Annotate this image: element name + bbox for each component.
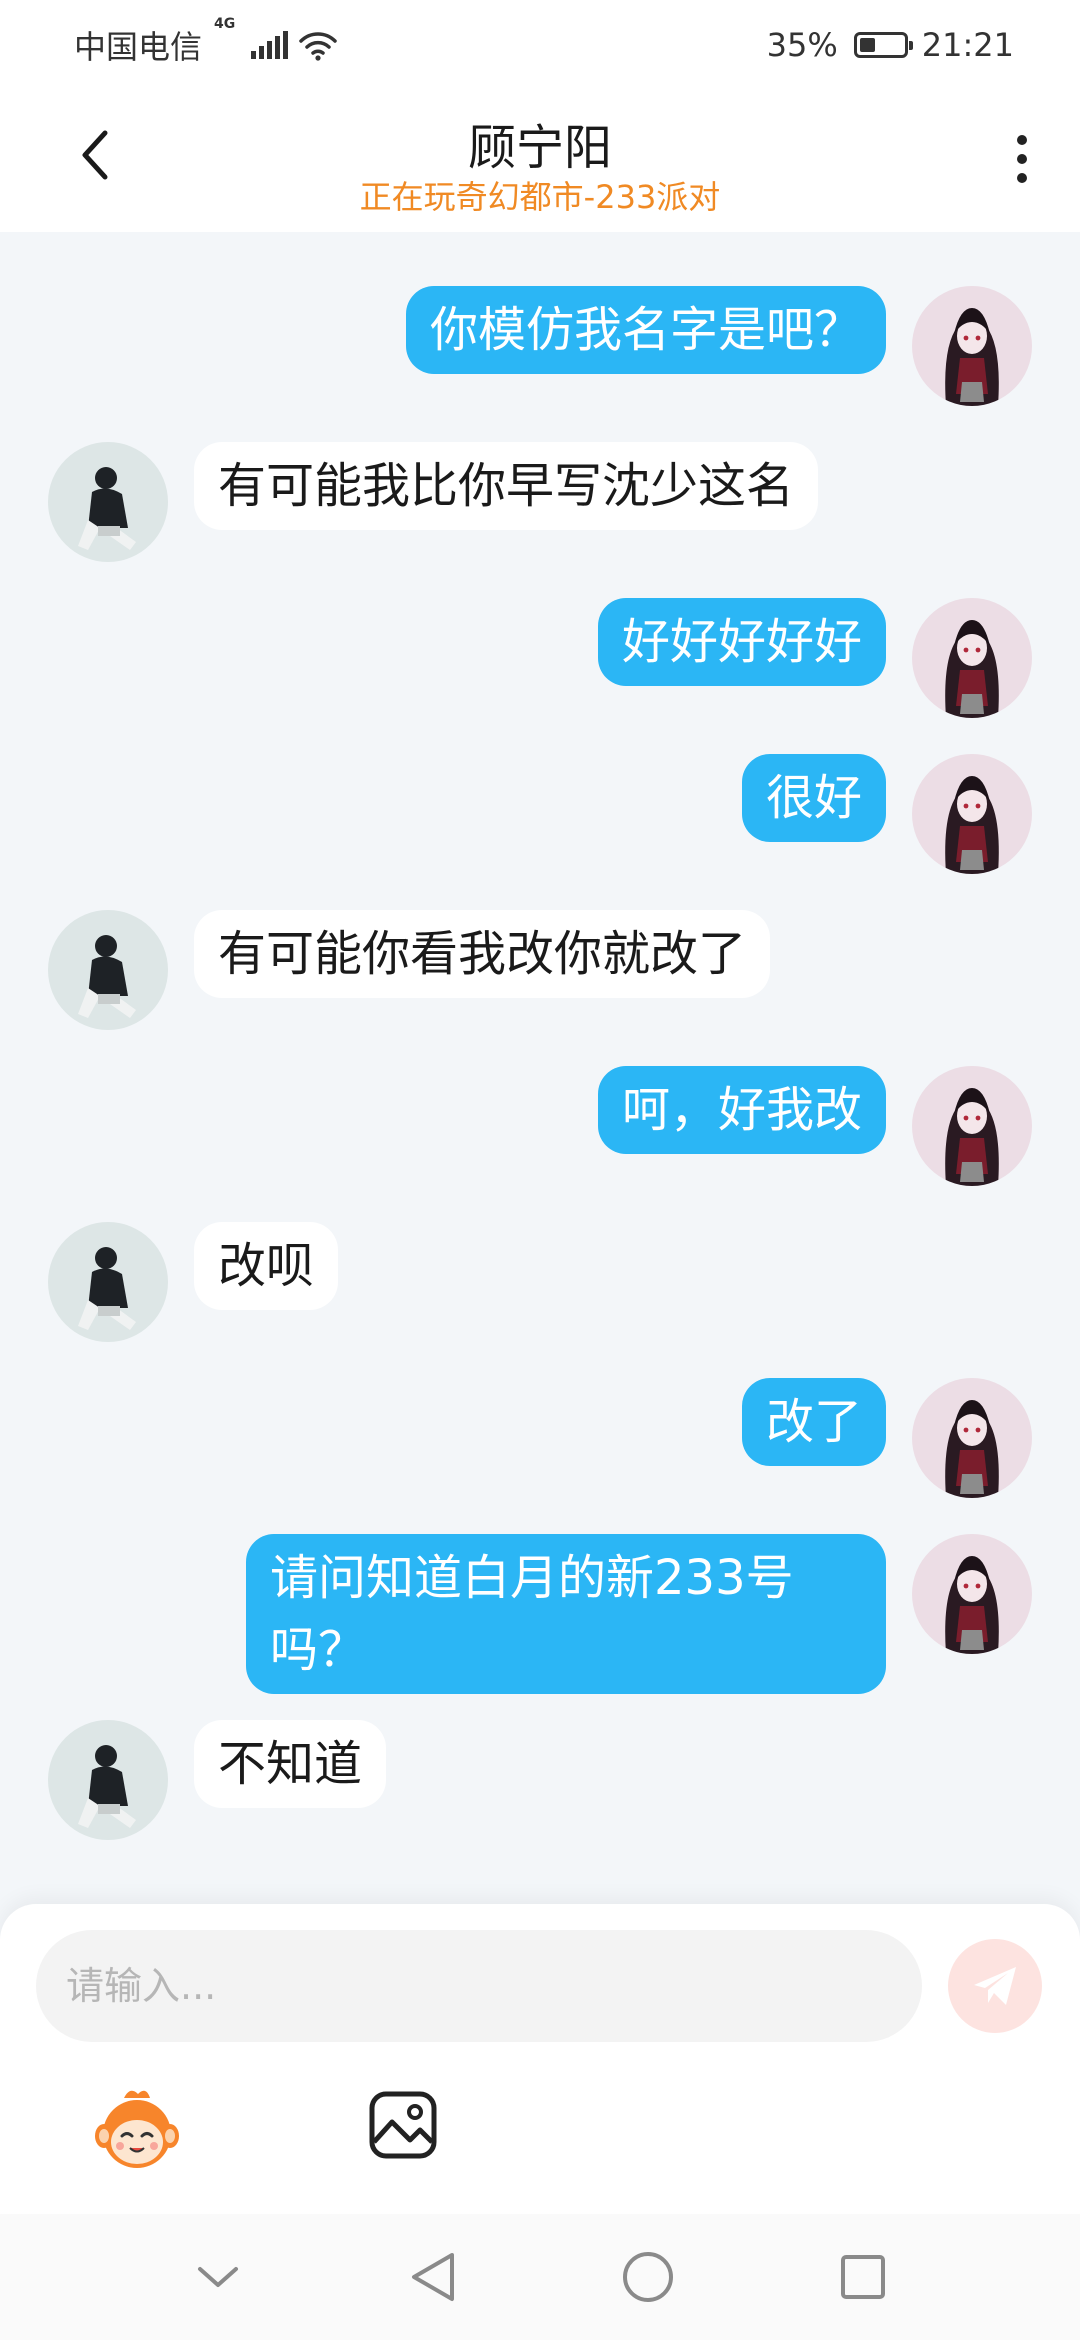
sent-message: 好好好好好 — [0, 598, 1080, 718]
more-options-button[interactable] — [992, 124, 1052, 194]
sent-message: 很好 — [0, 754, 1080, 874]
sent-message: 请问知道白月的新233号吗？ — [0, 1534, 1080, 1694]
message-bubble[interactable]: 你模仿我名字是吧？ — [405, 286, 886, 374]
message-bubble[interactable]: 有可能我比你早写沈少这名 — [194, 442, 819, 530]
status-left: 中国电信 4G — [74, 16, 338, 68]
my-avatar[interactable] — [912, 754, 1032, 874]
paper-plane-icon — [974, 1967, 1016, 2005]
nav-back-button[interactable] — [398, 2242, 468, 2312]
contact-avatar[interactable] — [48, 910, 168, 1030]
carrier-label: 中国电信 — [74, 28, 203, 66]
received-message: 改呗 — [0, 1222, 1080, 1342]
chevron-down-icon — [197, 2267, 238, 2287]
message-bubble[interactable]: 改呗 — [194, 1222, 339, 1310]
network-type-label: 4G — [214, 16, 236, 32]
message-input[interactable] — [36, 1930, 922, 2042]
nav-hide-button[interactable] — [183, 2242, 253, 2312]
contact-avatar[interactable] — [48, 1222, 168, 1342]
battery-fill — [859, 38, 875, 52]
contact-name: 顾宁阳 — [467, 120, 612, 176]
input-panel — [0, 1904, 1080, 2214]
status-bar: 中国电信 4G 35% 21:21 — [0, 0, 1080, 90]
system-nav-bar — [0, 2214, 1080, 2340]
wifi-icon — [299, 32, 337, 61]
send-button[interactable] — [948, 1939, 1042, 2033]
received-message: 不知道 — [0, 1720, 1080, 1840]
message-bubble[interactable]: 很好 — [741, 754, 886, 842]
message-bubble[interactable]: 呵，好我改 — [597, 1066, 886, 1154]
sent-message: 呵，好我改 — [0, 1066, 1080, 1186]
message-bubble[interactable]: 改了 — [741, 1378, 886, 1466]
received-message: 有可能你看我改你就改了 — [0, 910, 1080, 1030]
chat-header: 顾宁阳 正在玩奇幻都市-233派对 — [0, 90, 1080, 232]
contact-avatar[interactable] — [48, 442, 168, 562]
battery-percent: 35% — [766, 26, 838, 64]
received-message: 有可能我比你早写沈少这名 — [0, 442, 1080, 562]
signal-icon — [251, 31, 289, 59]
battery-icon — [853, 32, 913, 58]
my-avatar[interactable] — [912, 1534, 1032, 1654]
contact-status: 正在玩奇幻都市-233派对 — [359, 178, 721, 216]
triangle-back-icon — [411, 2253, 454, 2301]
message-list[interactable]: 21:11 你模仿我名字是吧？有可能我比你早写沈少这名好好好好好很好有可能你看我… — [0, 232, 1080, 1904]
image-icon — [369, 2091, 437, 2159]
message-bubble[interactable]: 好好好好好 — [597, 598, 886, 686]
emoji-button[interactable] — [90, 2084, 184, 2178]
my-avatar[interactable] — [912, 1066, 1032, 1186]
mascot-emoji-icon — [95, 2090, 179, 2168]
sent-message: 改了 — [0, 1378, 1080, 1498]
image-button[interactable] — [366, 2088, 440, 2162]
my-avatar[interactable] — [912, 598, 1032, 718]
message-bubble[interactable]: 有可能你看我改你就改了 — [194, 910, 771, 998]
nav-home-button[interactable] — [613, 2242, 683, 2312]
message-bubble[interactable]: 请问知道白月的新233号吗？ — [246, 1534, 886, 1694]
my-avatar[interactable] — [912, 1378, 1032, 1498]
square-recents-icon — [840, 2255, 885, 2299]
clock: 21:21 — [921, 26, 1014, 64]
more-vertical-icon — [1017, 135, 1027, 145]
sent-message: 你模仿我名字是吧？ — [0, 286, 1080, 406]
status-right: 35% 21:21 — [767, 26, 1014, 64]
my-avatar[interactable] — [912, 286, 1032, 406]
contact-avatar[interactable] — [48, 1720, 168, 1840]
nav-recents-button[interactable] — [828, 2242, 898, 2312]
message-bubble[interactable]: 不知道 — [194, 1720, 387, 1808]
circle-home-icon — [622, 2252, 673, 2302]
